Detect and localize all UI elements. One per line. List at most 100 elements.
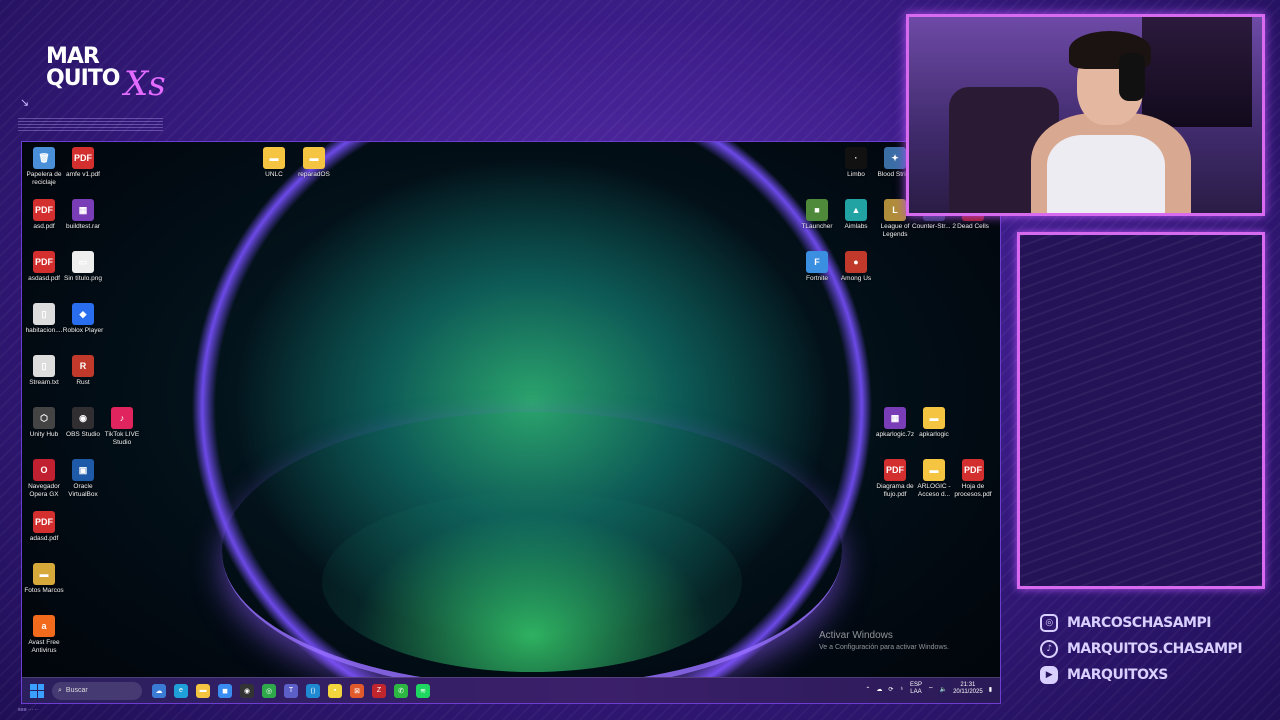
desktop-icon-label: Among Us <box>840 275 872 282</box>
desktop-icon-label: Fotos Marcos <box>24 587 64 594</box>
onedrive-icon[interactable]: ☁ <box>876 686 882 693</box>
streamer-logo: MAR QUITO Xs <box>46 46 216 116</box>
teams-icon[interactable]: T <box>284 683 298 698</box>
desktop-icon-image: ◆ <box>72 303 94 325</box>
windows-start-icon[interactable] <box>30 683 44 698</box>
social-links: ◎ MARCOSCHASAMPI ♪ MARQUITOS.CHASAMPI ▶ MARQU… <box>1040 610 1243 688</box>
desktop-icon-image: · <box>845 147 867 169</box>
taskbar-clock[interactable]: 21:31 20/11/2025 <box>953 682 983 696</box>
search-placeholder: Buscar <box>65 687 88 694</box>
desktop-icon[interactable]: ◆ Roblox Player <box>61 303 105 335</box>
desktop-icon[interactable]: PDF adasd.pdf <box>22 511 66 543</box>
decorative-fine-print <box>18 118 163 132</box>
spotify-icon[interactable]: ≋ <box>416 683 430 698</box>
desktop-icon-image: ⬡ <box>33 407 55 429</box>
filezilla-icon[interactable]: Z <box>372 683 386 698</box>
desktop-icon-image: ■ <box>806 199 828 221</box>
desktop-icon-label: adasd.pdf <box>29 535 59 542</box>
desktop-icon-image: PDF <box>33 511 55 533</box>
desktop-icon-label: Dead Cells <box>957 223 989 230</box>
webcam-background-shelf <box>1142 17 1252 127</box>
desktop-icon-image: PDF <box>33 199 55 221</box>
desktop-icon[interactable]: R Rust <box>61 355 105 387</box>
notification-icon[interactable]: ▮ <box>989 686 992 693</box>
desktop-icon[interactable]: ● Among Us <box>834 251 878 283</box>
arrow-icon: ↘ <box>20 97 30 109</box>
youtube-icon: ▶ <box>1040 666 1058 684</box>
explorer-icon[interactable]: ▬ <box>196 683 210 698</box>
desktop-icon-image: ▬ <box>303 147 325 169</box>
instagram-icon: ◎ <box>1040 614 1058 632</box>
desktop-icon-image: ● <box>845 251 867 273</box>
desktop-icon-image: O <box>33 459 55 481</box>
mic-icon[interactable]: ♁ <box>899 686 904 692</box>
desktop-icon[interactable]: ♪ TikTok LIVE Studio <box>100 407 144 447</box>
wifi-icon[interactable]: ⌔ <box>928 685 934 693</box>
desktop-icon[interactable]: PDF amfe v1.pdf <box>61 147 105 179</box>
social-handle: MARCOSCHASAMPI <box>1067 615 1211 631</box>
social-handle: MARQUITOXS <box>1067 667 1168 683</box>
whatsapp-icon[interactable]: ✆ <box>394 683 408 698</box>
desktop-icon-label: Avast Free Antivirus <box>28 639 60 654</box>
desktop-icon-label: reparadOS <box>298 171 330 178</box>
desktop-icon-image: ▦ <box>884 407 906 429</box>
desktop-icon-image: PDF <box>33 251 55 273</box>
desktop-icon-image: PDF <box>962 459 984 481</box>
desktop-icon-label: Oracle VirtualBox <box>68 483 98 498</box>
desktop-icon[interactable]: ▭ Sin título.png <box>61 251 105 283</box>
social-link: ▶ MARQUITOXS <box>1040 662 1242 688</box>
store-icon[interactable]: ◼ <box>218 683 232 698</box>
streamer-tank-top <box>1047 135 1165 213</box>
desktop-icon[interactable]: PDF Hoja de procesos.pdf <box>951 459 995 499</box>
desktop-icon-image: ▯ <box>33 303 55 325</box>
desktop-icon-image: ♪ <box>111 407 133 429</box>
desktop-icon-image: ✦ <box>884 147 906 169</box>
taskbar: ⌕ Buscar ☁ e ▬ ◼ ◉ ◎ T ⟨⟩ ▪ ⊠ Z ✆ ≋ ⌃ ☁ ⟳ ♁ ESP LAA … <box>22 677 1000 703</box>
desktop-icon-label: Sin título.png <box>64 275 102 282</box>
webcam-frame <box>906 14 1265 216</box>
tiktok-icon: ♪ <box>1040 640 1058 658</box>
sticky-notes-icon[interactable]: ▪ <box>328 683 342 698</box>
desktop-icon-image: ▬ <box>923 459 945 481</box>
vscode-icon[interactable]: ⟨⟩ <box>306 683 320 698</box>
windows-desktop-capture: 🗑 Papelera de reciclaje PDF amfe v1.pdf ▬ UNL… <box>21 141 1001 704</box>
sync-icon[interactable]: ⟳ <box>888 686 893 693</box>
search-icon: ⌕ <box>58 686 62 694</box>
social-handle: MARQUITOS.CHASAMPI <box>1067 641 1243 657</box>
desktop-icon-image: ▲ <box>845 199 867 221</box>
desktop-icon-label: TikTok LIVE Studio <box>104 431 140 446</box>
desktop-icon-image: a <box>33 615 55 637</box>
desktop-icon[interactable]: a Avast Free Antivirus <box>22 615 66 655</box>
office-icon[interactable]: ⊠ <box>350 683 364 698</box>
desktop-icon-image: R <box>72 355 94 377</box>
desktop-icon-image: L <box>884 199 906 221</box>
bottom-fine-print: ≡≡≡ ··· ·· <box>18 707 38 713</box>
chrome-icon[interactable]: ◎ <box>262 683 276 698</box>
desktop-icon[interactable]: ▦ buildtest.rar <box>61 199 105 231</box>
desktop-icon-image: ▬ <box>263 147 285 169</box>
desktop-icon-image: ▬ <box>923 407 945 429</box>
desktop-icon[interactable]: ▣ Oracle VirtualBox <box>61 459 105 499</box>
chevron-up-icon[interactable]: ⌃ <box>865 686 870 693</box>
desktop-icon[interactable]: ▬ reparadOS <box>292 147 336 179</box>
system-tray: ⌃ ☁ ⟳ ♁ ESP LAA ⌔ 🔈 21:31 20/11/2025 ▮ <box>865 682 992 696</box>
desktop-icon-image: ▯ <box>33 355 55 377</box>
activation-title: Activar Windows <box>819 630 893 641</box>
desktop-icon-image: ◉ <box>72 407 94 429</box>
obs-icon[interactable]: ◉ <box>240 683 254 698</box>
language-indicator[interactable]: ESP LAA <box>910 682 922 696</box>
desktop-icon[interactable]: 🗑 Papelera de reciclaje <box>22 147 66 187</box>
logo-script: Xs <box>124 64 166 104</box>
desktop-icon-image: ▭ <box>72 251 94 273</box>
activation-subtitle: Ve a Configuración para activar Windows. <box>819 644 949 651</box>
edge-icon[interactable]: e <box>174 683 188 698</box>
desktop-icon-label: buildtest.rar <box>66 223 100 230</box>
desktop-icon-image: ▦ <box>72 199 94 221</box>
desktop-icon[interactable]: ▬ apkarlogic <box>912 407 956 439</box>
desktop-icon-label: amfe v1.pdf <box>66 171 100 178</box>
desktop-icon[interactable]: ▬ Fotos Marcos <box>22 563 66 595</box>
desktop-icon-label: Hoja de procesos.pdf <box>954 483 992 498</box>
taskbar-search-box[interactable]: ⌕ Buscar <box>52 681 142 700</box>
volume-icon[interactable]: 🔈 <box>940 686 947 693</box>
widgets-icon[interactable]: ☁ <box>152 683 166 698</box>
